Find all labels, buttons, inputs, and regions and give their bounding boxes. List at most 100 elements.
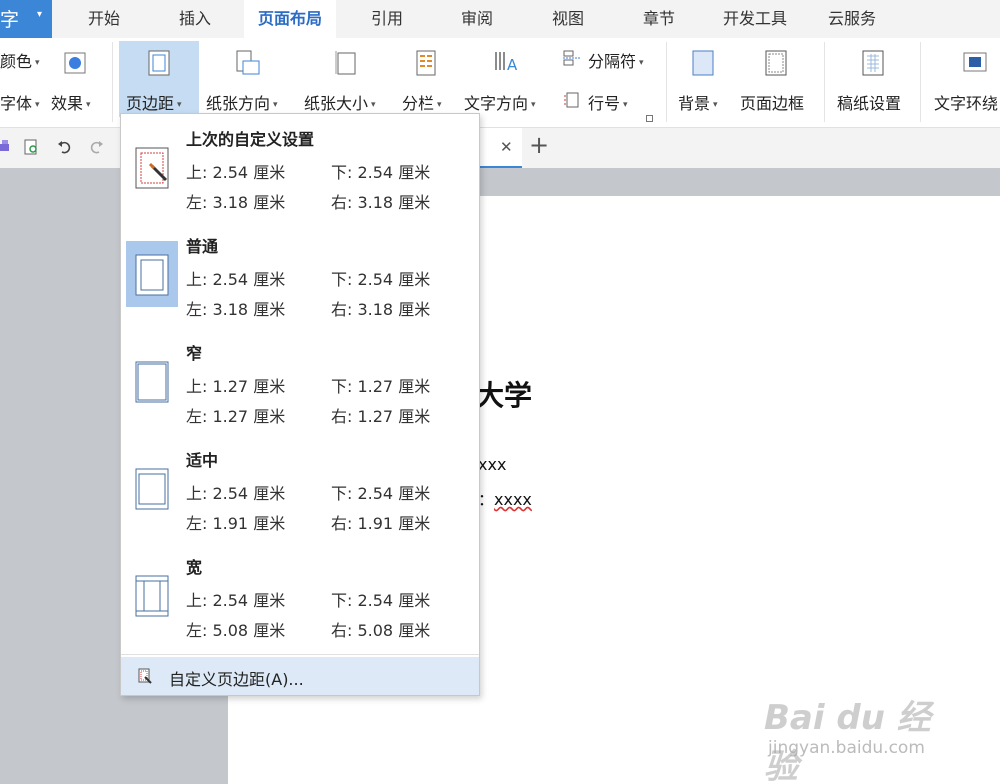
normal-margins-icon: [135, 254, 169, 296]
margins-button[interactable]: 页边距 ▾: [126, 90, 182, 114]
last-custom-margins-icon: [135, 147, 169, 189]
margin-left-value: 左: 1.91 厘米: [186, 514, 286, 533]
theme-effects-button[interactable]: 效果 ▾: [51, 90, 91, 114]
text-wrap-label: 文字环绕: [934, 94, 999, 113]
close-icon[interactable]: ✕: [500, 138, 513, 156]
tab-home[interactable]: 开始: [70, 0, 138, 38]
line-numbers-label: 行号: [588, 94, 621, 113]
watermark-url: jingyan.baidu.com: [768, 738, 925, 758]
columns-button[interactable]: 分栏 ▾: [402, 90, 442, 114]
margin-right-value: 右: 1.27 厘米: [331, 407, 431, 426]
tab-review[interactable]: 审阅: [442, 0, 512, 38]
print-preview-icon[interactable]: [24, 139, 40, 155]
margin-left-value: 左: 5.08 厘米: [186, 621, 286, 640]
margin-top-value: 上: 1.27 厘米: [186, 377, 286, 396]
print-icon[interactable]: [0, 140, 10, 154]
line-numbers-icon: [564, 92, 579, 108]
tab-developer[interactable]: 开发工具: [708, 0, 802, 38]
margin-right-value: 右: 3.18 厘米: [331, 193, 431, 212]
orientation-icon: [236, 50, 260, 75]
breaks-icon: [563, 50, 580, 66]
theme-font-label: 字体: [0, 94, 33, 113]
text-wrap-button[interactable]: 文字环绕: [934, 90, 998, 114]
moderate-margins-icon: [135, 468, 169, 510]
background-label: 背景: [678, 94, 711, 113]
document-text-value: xxxx: [494, 490, 532, 509]
page-border-button[interactable]: 页面边框: [740, 90, 804, 114]
paper-size-button[interactable]: 纸张大小 ▾: [304, 90, 376, 114]
margin-preset-narrow[interactable]: 窄 上: 1.27 厘米 下: 1.27 厘米 左: 1.27 厘米 右: 1.…: [121, 328, 479, 435]
tab-page-layout[interactable]: 页面布局: [244, 0, 336, 38]
margin-top-value: 上: 2.54 厘米: [186, 163, 286, 182]
chevron-down-icon: ▾: [37, 9, 43, 20]
margin-preset-wide[interactable]: 宽 上: 2.54 厘米 下: 2.54 厘米 左: 5.08 厘米 右: 5.…: [121, 542, 479, 649]
margin-preset-last-custom[interactable]: 上次的自定义设置 上: 2.54 厘米 下: 2.54 厘米 左: 3.18 厘…: [121, 114, 479, 221]
breaks-label: 分隔符: [588, 52, 637, 71]
margin-preset-title: 适中: [186, 451, 219, 470]
margin-preset-title: 窄: [186, 344, 203, 363]
margin-left-value: 左: 1.27 厘米: [186, 407, 286, 426]
tab-insert[interactable]: 插入: [160, 0, 230, 38]
document-heading: 大学: [476, 379, 533, 412]
margin-top-value: 上: 2.54 厘米: [186, 484, 286, 503]
manuscript-label: 稿纸设置: [837, 94, 902, 113]
manuscript-icon: [862, 50, 884, 76]
tab-cloud[interactable]: 云服务: [812, 0, 892, 38]
margin-preset-normal[interactable]: 普通 上: 2.54 厘米 下: 2.54 厘米 左: 3.18 厘米 右: 3…: [121, 221, 479, 328]
theme-font-button[interactable]: 字体 ▾: [0, 90, 40, 114]
margin-preset-title: 宽: [186, 558, 203, 577]
text-direction-label: 文字方向: [464, 94, 529, 113]
page-setup-launcher[interactable]: [646, 115, 653, 122]
text-direction-icon: A: [495, 52, 518, 74]
manuscript-button[interactable]: 稿纸设置: [837, 90, 901, 114]
margin-right-value: 右: 1.91 厘米: [331, 514, 431, 533]
margins-label: 页边距: [126, 94, 175, 113]
theme-color-button[interactable]: 颜色 ▾: [0, 48, 40, 72]
background-button[interactable]: 背景 ▾: [678, 90, 718, 114]
custom-margins-icon: [138, 668, 152, 684]
margin-bottom-value: 下: 2.54 厘米: [331, 163, 431, 182]
paper-size-label: 纸张大小: [304, 94, 369, 113]
orientation-button[interactable]: 纸张方向 ▾: [206, 90, 278, 114]
redo-icon[interactable]: [88, 140, 104, 154]
margin-left-value: 左: 3.18 厘米: [186, 300, 286, 319]
ribbon-separator: [824, 42, 825, 122]
tab-view[interactable]: 视图: [533, 0, 603, 38]
custom-margins-menu-item[interactable]: 自定义页边距(A)...: [121, 657, 479, 695]
new-tab-icon[interactable]: +: [529, 133, 549, 157]
baidu-jingyan-watermark: Bai du 经验 jingyan.baidu.com: [764, 690, 954, 784]
columns-label: 分栏: [402, 94, 435, 113]
document-text-prefix: ：: [478, 490, 495, 509]
custom-margins-label: 自定义页边距(A)...: [169, 670, 304, 689]
margin-preset-title: 普通: [186, 237, 219, 256]
breaks-button[interactable]: 分隔符 ▾: [588, 48, 644, 72]
tab-sections[interactable]: 章节: [624, 0, 694, 38]
text-direction-button[interactable]: 文字方向 ▾: [464, 90, 536, 114]
line-numbers-button[interactable]: 行号 ▾: [588, 90, 628, 114]
tab-references[interactable]: 引用: [352, 0, 422, 38]
margin-preset-moderate[interactable]: 适中 上: 2.54 厘米 下: 2.54 厘米 左: 1.91 厘米 右: 1…: [121, 435, 479, 542]
page-border-label: 页面边框: [740, 94, 805, 113]
orientation-label: 纸张方向: [206, 94, 271, 113]
margin-bottom-value: 下: 2.54 厘米: [331, 484, 431, 503]
margin-bottom-value: 下: 2.54 厘米: [331, 591, 431, 610]
menu-separator: [121, 654, 479, 655]
undo-icon[interactable]: [57, 140, 73, 154]
ribbon-separator: [666, 42, 667, 122]
app-menu-button[interactable]: 字 ▾: [0, 0, 52, 38]
document-text-line: xxx: [478, 455, 507, 474]
columns-icon: [416, 50, 436, 76]
wide-margins-icon: [135, 575, 169, 617]
ribbon-separator: [112, 42, 113, 122]
margin-bottom-value: 下: 2.54 厘米: [331, 270, 431, 289]
theme-effects-label: 效果: [51, 94, 84, 113]
margin-top-value: 上: 2.54 厘米: [186, 591, 286, 610]
app-menu-label: 字: [0, 9, 20, 31]
margin-right-value: 右: 3.18 厘米: [331, 300, 431, 319]
text-wrap-icon: [963, 52, 987, 72]
background-icon: [692, 50, 714, 76]
margin-bottom-value: 下: 1.27 厘米: [331, 377, 431, 396]
effects-icon: [64, 52, 86, 74]
margin-preset-title: 上次的自定义设置: [186, 130, 315, 149]
document-text-line: ：xxxx: [478, 486, 532, 510]
